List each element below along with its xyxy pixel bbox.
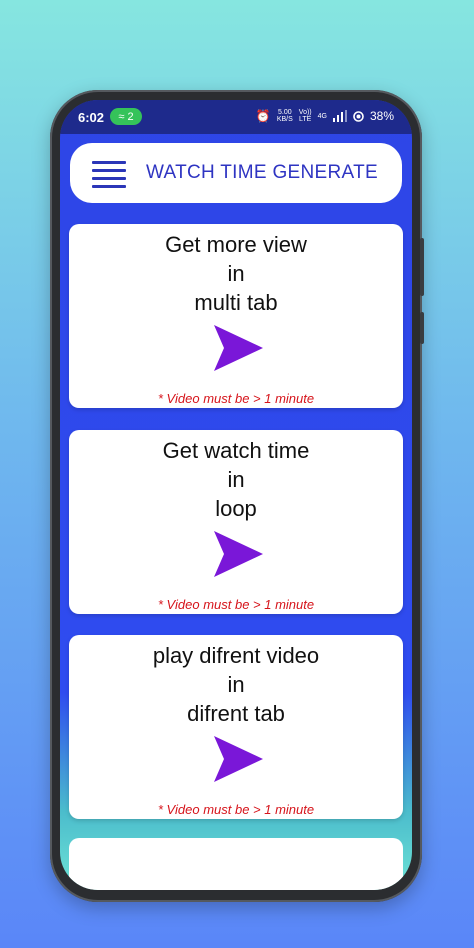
hotspot-count: 2	[127, 110, 134, 123]
card-title: play difrent video in difrent tab	[152, 643, 320, 726]
card-multi-tab[interactable]: Get more view in multi tab * Video must …	[69, 224, 403, 408]
phone-screen: 6:02 ≈ 2 ⏰ 5.00 KB/S Vo)) LTE 4G 38% WAT…	[60, 100, 412, 890]
hotspot-badge: ≈ 2	[110, 108, 142, 125]
card-title: Get watch time in loop	[162, 438, 310, 521]
card-note: * Video must be > 1 minute	[157, 597, 315, 612]
signal-icon	[332, 110, 347, 122]
play-arrow-icon[interactable]	[208, 321, 266, 375]
volte-indicator: Vo)) LTE	[299, 109, 312, 123]
volte-line2: LTE	[299, 116, 312, 123]
net-speed: 5.00 KB/S	[277, 109, 293, 123]
volte-line1: Vo))	[298, 109, 312, 116]
status-time: 6:02	[78, 110, 105, 125]
hamburger-menu-icon[interactable]	[92, 161, 126, 188]
net-speed-unit: KB/S	[276, 116, 293, 123]
play-arrow-icon[interactable]	[208, 732, 266, 786]
signal-label: 4G	[317, 112, 327, 120]
power-button	[420, 312, 424, 344]
battery-icon	[353, 110, 364, 122]
alarm-icon: ⏰	[255, 109, 271, 123]
status-bar: 6:02 ≈ 2 ⏰ 5.00 KB/S Vo)) LTE 4G 38%	[60, 100, 412, 134]
hotspot-icon: ≈	[118, 110, 125, 123]
battery-percent: 38%	[369, 109, 394, 123]
volume-button	[420, 238, 424, 296]
app-title: WATCH TIME GENERATE	[146, 162, 378, 183]
app-bar: WATCH TIME GENERATE	[70, 143, 402, 203]
status-icons: ⏰ 5.00 KB/S Vo)) LTE 4G 38%	[256, 109, 394, 123]
card-loop[interactable]: Get watch time in loop * Video must be >…	[69, 430, 403, 614]
net-speed-value: 5.00	[277, 109, 292, 116]
card-placeholder[interactable]	[69, 838, 403, 890]
card-title: Get more view in multi tab	[165, 232, 307, 315]
card-note: * Video must be > 1 minute	[157, 802, 315, 817]
card-different-tab[interactable]: play difrent video in difrent tab * Vide…	[69, 635, 403, 819]
card-note: * Video must be > 1 minute	[157, 391, 315, 406]
play-arrow-icon[interactable]	[208, 527, 266, 581]
